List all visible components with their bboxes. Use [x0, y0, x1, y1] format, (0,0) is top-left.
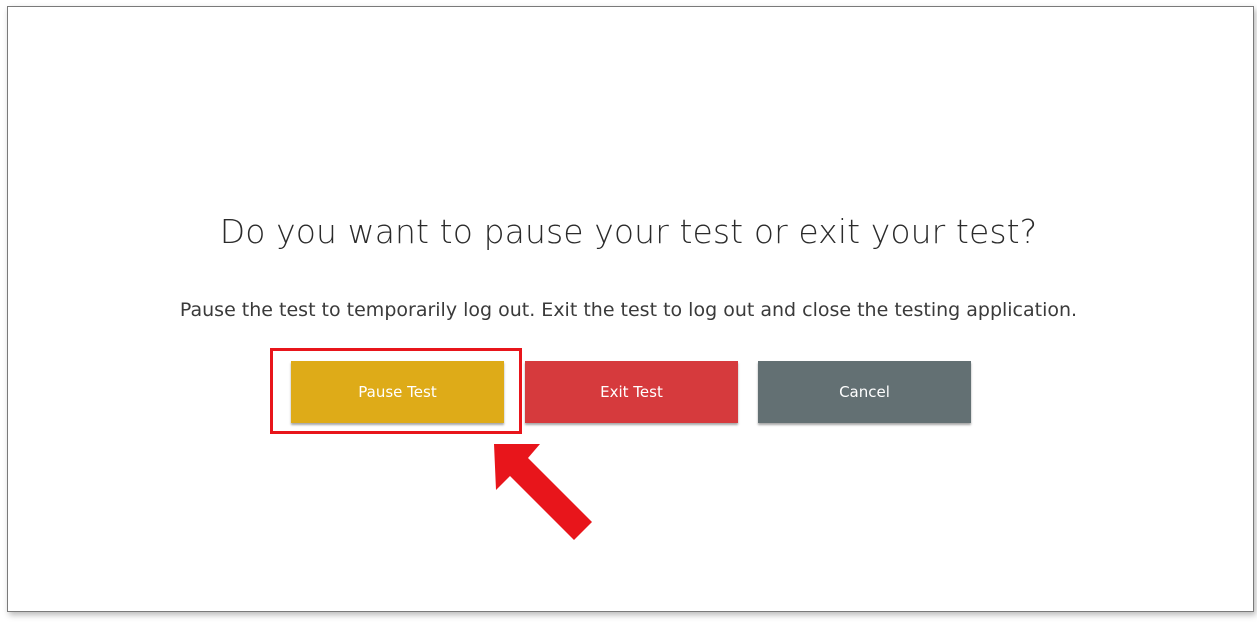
dialog-title: Do you want to pause your test or exit y… [219, 212, 1038, 251]
cancel-button[interactable]: Cancel [758, 361, 971, 423]
dialog-message: Pause the test to temporarily log out. E… [179, 299, 1078, 321]
exit-test-button[interactable]: Exit Test [525, 361, 738, 423]
pause-test-button[interactable]: Pause Test [291, 361, 504, 423]
